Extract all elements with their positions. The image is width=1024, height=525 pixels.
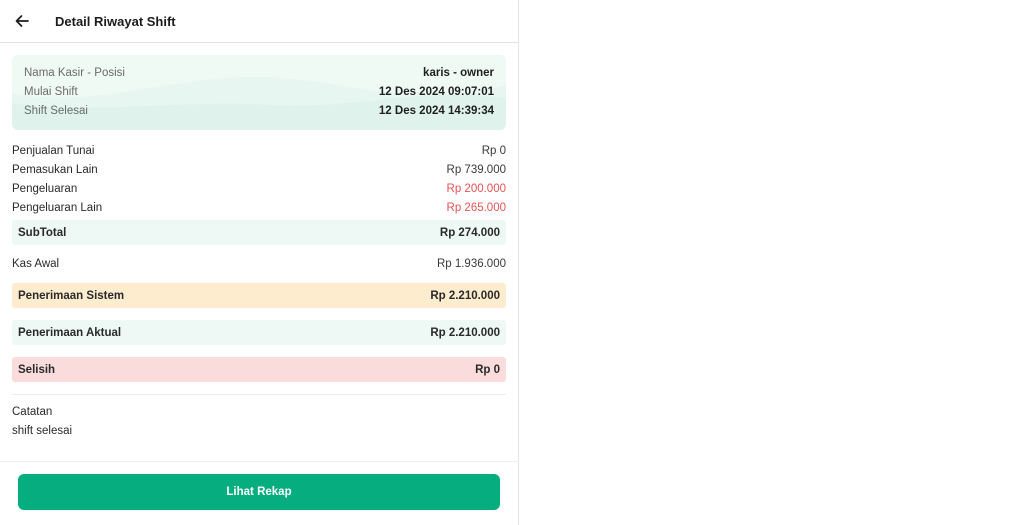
- info-row-cashier: Nama Kasir - Posisi karis - owner: [24, 66, 494, 79]
- page-title: Detail Riwayat Shift: [55, 13, 176, 29]
- row-opening-cash: Kas Awal Rp 1.936.000: [12, 257, 506, 270]
- row-other-income: Pemasukan Lain Rp 739.000: [12, 163, 506, 176]
- system-receipt-band: Penerimaan Sistem Rp 2.210.000: [12, 283, 506, 308]
- cashier-info-card: Nama Kasir - Posisi karis - owner Mulai …: [12, 55, 506, 130]
- actual-receipt-band: Penerimaan Aktual Rp 2.210.000: [12, 320, 506, 345]
- header-bar: Detail Riwayat Shift: [0, 0, 518, 43]
- arrow-left-icon: [15, 15, 29, 27]
- row-expense: Pengeluaran Rp 200.000: [12, 182, 506, 195]
- info-row-shift-start: Mulai Shift 12 Des 2024 09:07:01: [24, 85, 494, 98]
- subtotal-band: SubTotal Rp 274.000: [12, 220, 506, 245]
- back-button[interactable]: [12, 11, 32, 31]
- row-other-expense: Pengeluaran Lain Rp 265.000: [12, 201, 506, 214]
- info-row-shift-end: Shift Selesai 12 Des 2024 14:39:34: [24, 104, 494, 117]
- notes-divider: [12, 394, 506, 395]
- notes-value: shift selesai: [12, 425, 73, 437]
- shift-detail-panel: Detail Riwayat Shift Nama Kasir - Posisi…: [0, 0, 519, 525]
- footer-divider: [0, 461, 519, 462]
- row-cash-sales: Penjualan Tunai Rp 0: [12, 144, 506, 157]
- view-recap-button[interactable]: Lihat Rekap: [18, 474, 500, 510]
- notes-label: Catatan: [12, 406, 53, 418]
- difference-band: Selisih Rp 0: [12, 357, 506, 382]
